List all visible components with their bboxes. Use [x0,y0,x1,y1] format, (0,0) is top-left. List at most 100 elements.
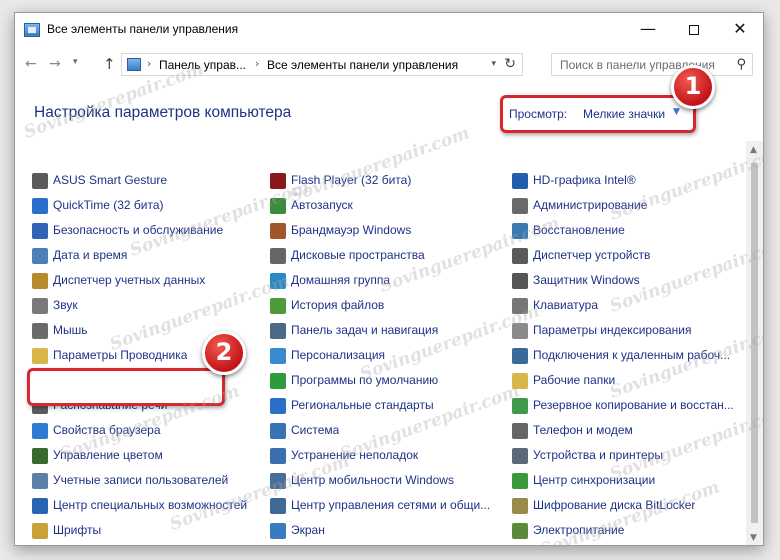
chevron-down-icon[interactable]: ▼ [673,107,680,117]
control-panel-item-label[interactable]: Звук [53,298,78,312]
control-panel-item-label[interactable]: Устройства и принтеры [533,448,663,462]
control-panel-item-label[interactable]: Центр управления сетями и общи... [291,498,490,512]
control-panel-item-label[interactable]: Учетные записи пользователей [53,473,228,487]
control-panel-item[interactable]: Экран [270,520,506,542]
control-panel-item[interactable]: Персонализация [270,345,506,367]
control-panel-item[interactable]: Электропитание [512,520,748,542]
breadcrumb-separator[interactable]: › [255,57,259,70]
control-panel-item[interactable]: Программы по умолчанию [270,370,506,392]
scroll-down-arrow[interactable]: ▼ [750,533,757,543]
forward-button[interactable]: → [49,56,61,72]
control-panel-item-label[interactable]: Защитник Windows [533,273,640,287]
control-panel-item-label[interactable]: HD-графика Intel® [533,173,636,187]
control-panel-item-label[interactable]: Электропитание [533,523,624,537]
control-panel-item-label[interactable]: Система [291,423,339,437]
control-panel-item-label[interactable]: Центр синхронизации [533,473,655,487]
control-panel-item[interactable]: QuickTime (32 бита) [32,195,262,217]
control-panel-item[interactable]: Устранение неполадок [270,445,506,467]
control-panel-item-label[interactable]: Центр мобильности Windows [291,473,454,487]
control-panel-item-label[interactable]: Параметры Проводника [53,348,187,362]
control-panel-item[interactable]: Звук [32,295,262,317]
control-panel-item[interactable]: Телефон и модем [512,420,748,442]
control-panel-item[interactable]: Восстановление [512,220,748,242]
control-panel-item-label[interactable]: Дата и время [53,248,127,262]
control-panel-item[interactable]: Панель задач и навигация [270,320,506,342]
control-panel-item-label[interactable]: Диспетчер учетных данных [53,273,205,287]
control-panel-item[interactable]: Устройства и принтеры [512,445,748,467]
control-panel-item-label[interactable]: Управление цветом [53,448,163,462]
control-panel-item[interactable]: Шрифты [32,520,262,542]
control-panel-item-label[interactable]: QuickTime (32 бита) [53,198,164,212]
control-panel-item-label[interactable]: Восстановление [533,223,625,237]
control-panel-item-label[interactable]: Дисковые пространства [291,248,425,262]
address-bar[interactable]: › Панель управ... › Все элементы панели … [121,53,523,76]
up-button[interactable]: ↑ [103,55,116,73]
control-panel-item[interactable]: Защитник Windows [512,270,748,292]
vertical-scrollbar[interactable]: ▲ ▼ [746,141,763,545]
control-panel-item-label[interactable]: Администрирование [533,198,647,212]
control-panel-item[interactable]: Параметры индексирования [512,320,748,342]
control-panel-item-label[interactable]: Flash Player (32 бита) [291,173,411,187]
control-panel-item[interactable]: Диспетчер учетных данных [32,270,262,292]
control-panel-item[interactable]: Резервное копирование и восстан... [512,395,748,417]
control-panel-item[interactable]: Рабочие папки [512,370,748,392]
control-panel-item[interactable]: Администрирование [512,195,748,217]
close-button[interactable]: ✕ [717,13,763,45]
control-panel-item-label[interactable]: ASUS Smart Gesture [53,173,167,187]
control-panel-item-label[interactable]: Программы по умолчанию [291,373,438,387]
recent-locations-button[interactable]: ▾ [73,57,78,67]
control-panel-item-label[interactable]: История файлов [291,298,384,312]
control-panel-item-label[interactable]: Параметры индексирования [533,323,691,337]
control-panel-item[interactable]: HD-графика Intel® [512,170,748,192]
view-mode-dropdown[interactable]: Мелкие значки [583,107,665,121]
control-panel-item[interactable]: Шифрование диска BitLocker [512,495,748,517]
control-panel-item-label[interactable]: Устранение неполадок [291,448,418,462]
control-panel-item-label[interactable]: Автозапуск [291,198,353,212]
control-panel-item[interactable]: Региональные стандарты [270,395,506,417]
control-panel-item[interactable]: Управление цветом [32,445,262,467]
back-button[interactable]: ← [25,56,37,72]
search-icon[interactable]: ⚲ [736,57,746,72]
control-panel-item-label[interactable]: Панель задач и навигация [291,323,438,337]
control-panel-item[interactable]: Брандмауэр Windows [270,220,506,242]
control-panel-item[interactable]: Flash Player (32 бита) [270,170,506,192]
control-panel-item[interactable]: Подключения к удаленным рабоч... [512,345,748,367]
control-panel-item-label[interactable]: Резервное копирование и восстан... [533,398,734,412]
control-panel-item[interactable]: Дисковые пространства [270,245,506,267]
maximize-button[interactable] [671,13,717,45]
control-panel-item[interactable]: Учетные записи пользователей [32,470,262,492]
control-panel-item[interactable]: Центр специальных возможностей [32,495,262,517]
control-panel-item-label[interactable]: Домашняя группа [291,273,390,287]
address-dropdown-button[interactable]: ▾ [491,59,496,69]
breadcrumb-separator[interactable]: › [147,57,151,70]
refresh-button[interactable]: ↻ [504,56,516,72]
control-panel-item[interactable]: Система [270,420,506,442]
control-panel-item[interactable]: Центр мобильности Windows [270,470,506,492]
control-panel-item-label[interactable]: Свойства браузера [53,423,161,437]
control-panel-item[interactable]: Диспетчер устройств [512,245,748,267]
control-panel-item[interactable]: Центр синхронизации [512,470,748,492]
control-panel-item-label[interactable]: Брандмауэр Windows [291,223,411,237]
control-panel-item[interactable]: Дата и время [32,245,262,267]
breadcrumb-all-items[interactable]: Все элементы панели управления [267,58,458,72]
search-input[interactable]: Поиск в панели управления ⚲ [551,53,753,76]
control-panel-item-label[interactable]: Телефон и модем [533,423,633,437]
control-panel-item-label[interactable]: Шифрование диска BitLocker [533,498,695,512]
control-panel-item[interactable]: Клавиатура [512,295,748,317]
control-panel-item[interactable]: Центр управления сетями и общи... [270,495,506,517]
scroll-up-arrow[interactable]: ▲ [750,145,757,155]
scrollbar-thumb[interactable] [751,163,758,523]
control-panel-item-label[interactable]: Региональные стандарты [291,398,434,412]
control-panel-item[interactable]: Свойства браузера [32,420,262,442]
control-panel-item-label[interactable]: Клавиатура [533,298,598,312]
minimize-button[interactable]: — [625,13,671,45]
control-panel-item[interactable]: ASUS Smart Gesture [32,170,262,192]
control-panel-item[interactable]: Автозапуск [270,195,506,217]
control-panel-item-label[interactable]: Диспетчер устройств [533,248,650,262]
control-panel-item-label[interactable]: Экран [291,523,325,537]
control-panel-item-label[interactable]: Рабочие папки [533,373,615,387]
control-panel-item-label[interactable]: Безопасность и обслуживание [53,223,223,237]
control-panel-item-label[interactable]: Центр специальных возможностей [53,498,247,512]
control-panel-item-label[interactable]: Подключения к удаленным рабоч... [533,348,730,362]
control-panel-item[interactable]: История файлов [270,295,506,317]
